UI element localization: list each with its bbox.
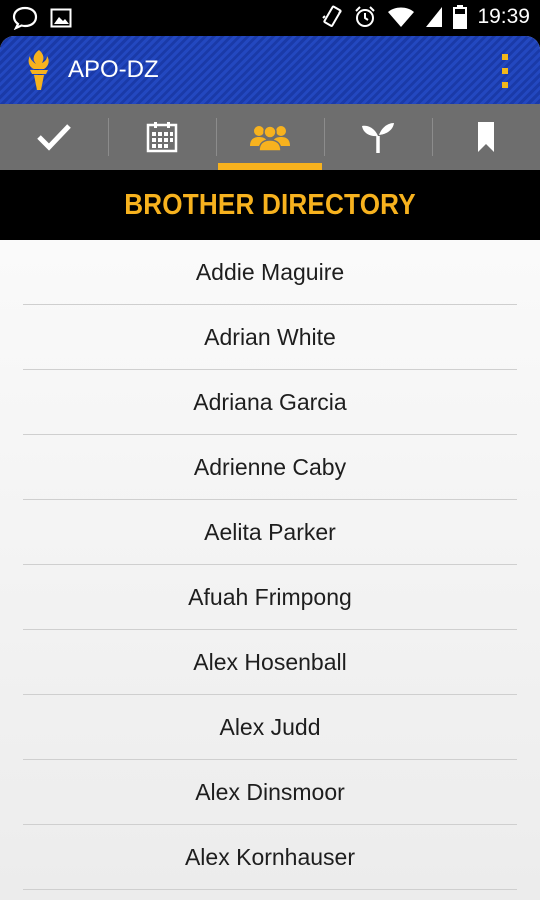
status-bar: 19:39 <box>0 0 540 36</box>
battery-icon <box>453 5 468 29</box>
chat-bubble-icon <box>12 6 38 30</box>
section-header: BROTHER DIRECTORY <box>0 170 540 240</box>
app-title: APO-DZ <box>68 56 159 83</box>
brother-name: Alex Dinsmoor <box>195 778 345 805</box>
list-item[interactable]: Adriana Garcia <box>23 370 517 435</box>
brother-name: Adrienne Caby <box>193 453 347 480</box>
brother-name: Alex Hosenball <box>193 648 347 675</box>
list-item[interactable]: Alex Hosenball <box>23 630 517 695</box>
vibrate-icon <box>322 5 343 27</box>
list-item[interactable]: Alex Judd <box>23 695 517 760</box>
list-item[interactable]: Alex Dinsmoor <box>23 760 517 825</box>
wifi-icon <box>388 7 415 27</box>
app-bar: APO-DZ <box>0 36 540 104</box>
brother-name: Adrian White <box>204 323 336 350</box>
app-screen: APO-DZ BROTHER DIRECTORY Addie Maguire A… <box>0 36 540 900</box>
tab-growth[interactable] <box>324 104 432 170</box>
brother-name: Alex Judd <box>219 713 321 740</box>
bookmark-icon <box>478 122 494 152</box>
sprout-icon <box>362 123 394 153</box>
tab-calendar[interactable] <box>108 104 216 170</box>
list-item[interactable]: Afuah Frimpong <box>23 565 517 630</box>
section-title: BROTHER DIRECTORY <box>124 188 416 221</box>
tab-bookmarks[interactable] <box>432 104 540 170</box>
list-item[interactable]: Adrienne Caby <box>23 435 517 500</box>
tab-bar <box>0 104 540 170</box>
list-item[interactable]: Aelita Parker <box>23 500 517 565</box>
list-item[interactable]: Alex Kornhauser <box>23 825 517 890</box>
list-item[interactable]: Adrian White <box>23 305 517 370</box>
overflow-menu-icon[interactable] <box>500 54 510 88</box>
image-icon <box>50 8 72 28</box>
status-time: 19:39 <box>477 5 530 28</box>
brother-name: Afuah Frimpong <box>188 583 352 610</box>
brother-name: Adriana Garcia <box>193 388 347 415</box>
calendar-icon <box>146 122 178 153</box>
tab-tasks[interactable] <box>0 104 108 170</box>
signal-icon <box>426 7 443 27</box>
people-group-icon <box>250 125 290 152</box>
alarm-icon <box>355 6 376 27</box>
brother-list: Addie Maguire Adrian White Adriana Garci… <box>0 240 540 900</box>
list-item[interactable]: Addie Maguire <box>23 240 517 305</box>
checkmark-icon <box>37 124 71 151</box>
torch-icon <box>28 50 49 90</box>
brother-name: Addie Maguire <box>195 258 345 285</box>
brother-name: Alex Kornhauser <box>184 843 356 870</box>
brother-name: Aelita Parker <box>204 518 336 545</box>
tab-directory[interactable] <box>216 104 324 170</box>
